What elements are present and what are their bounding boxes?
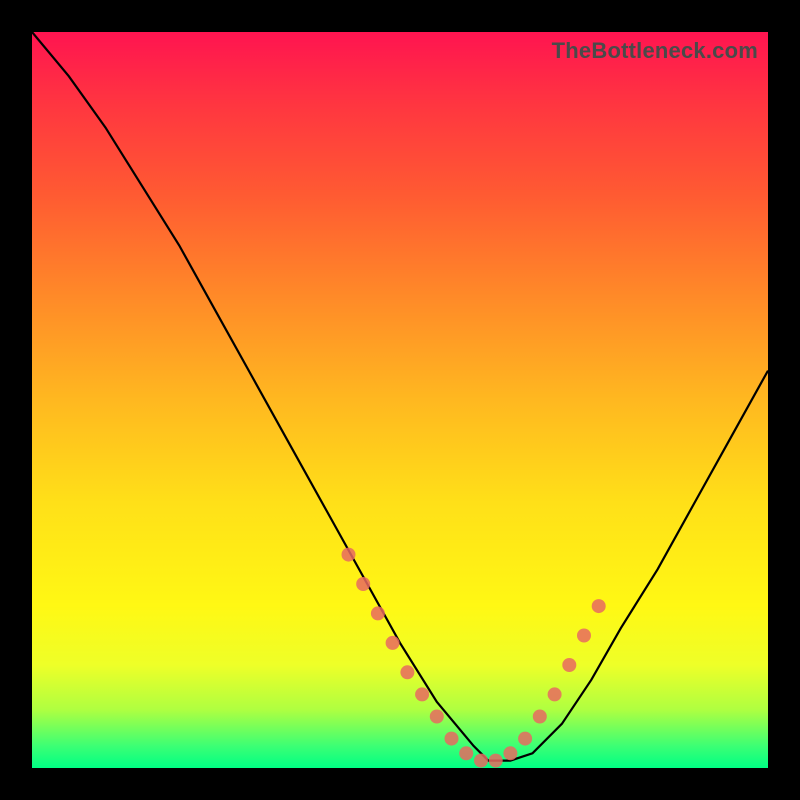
scatter-dot [533,710,547,724]
highlight-scatter [342,548,606,768]
scatter-dot [503,746,517,760]
scatter-dot [548,687,562,701]
scatter-dot [592,599,606,613]
scatter-dot [371,606,385,620]
scatter-dot [430,710,444,724]
scatter-dot [459,746,473,760]
scatter-dot [474,754,488,768]
scatter-dot [342,548,356,562]
scatter-dot [445,732,459,746]
scatter-dot [577,629,591,643]
scatter-dot [562,658,576,672]
scatter-dot [489,754,503,768]
chart-frame: TheBottleneck.com [0,0,800,800]
scatter-dot [518,732,532,746]
plot-area: TheBottleneck.com [32,32,768,768]
scatter-dot [356,577,370,591]
chart-svg [32,32,768,768]
bottleneck-curve [32,32,768,761]
scatter-dot [400,665,414,679]
scatter-dot [386,636,400,650]
scatter-dot [415,687,429,701]
